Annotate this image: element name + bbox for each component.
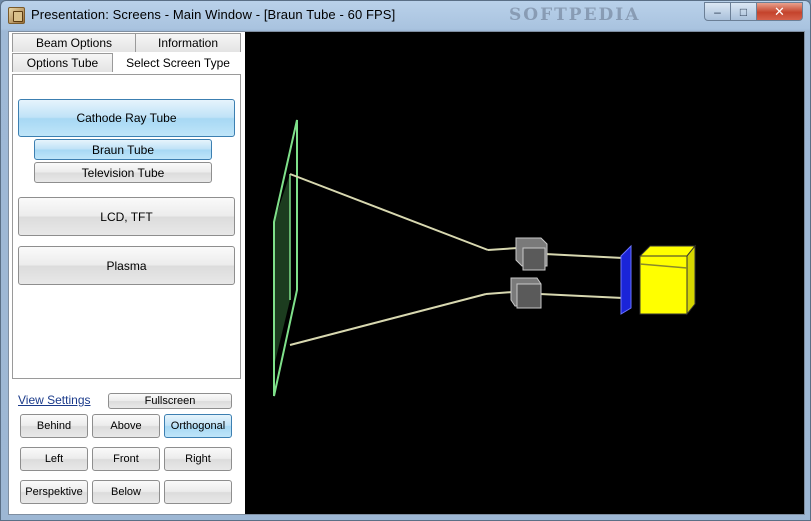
- close-icon: ✕: [774, 3, 785, 19]
- view-empty-button[interactable]: [164, 480, 232, 504]
- upper-deflector: [515, 237, 548, 271]
- screen-type-panel: Cathode Ray Tube Braun Tube Television T…: [12, 74, 241, 379]
- minimize-icon: –: [714, 4, 721, 19]
- view-right-button[interactable]: Right: [164, 447, 232, 471]
- watermark-logo: SOFTPEDIA: [509, 5, 641, 25]
- view-settings-link[interactable]: View Settings: [18, 393, 91, 407]
- control-panel: Beam Options Information Options Tube Se…: [9, 32, 243, 514]
- view-above-button[interactable]: Above: [92, 414, 160, 438]
- lcd-tft-button[interactable]: LCD, TFT: [18, 197, 235, 236]
- view-orthogonal-button[interactable]: Orthogonal: [164, 414, 232, 438]
- cathode-block: [638, 244, 697, 316]
- view-perspektive-button[interactable]: Perspektive: [20, 480, 88, 504]
- client-area: Beam Options Information Options Tube Se…: [8, 31, 805, 515]
- main-window: Presentation: Screens - Main Window - [B…: [0, 0, 811, 521]
- electron-beam: [289, 173, 624, 346]
- control-grid: [620, 244, 632, 315]
- view-left-button[interactable]: Left: [20, 447, 88, 471]
- close-button[interactable]: ✕: [756, 2, 803, 21]
- tab-beam-options[interactable]: Beam Options: [12, 33, 136, 52]
- maximize-icon: □: [739, 4, 748, 19]
- view-below-button[interactable]: Below: [92, 480, 160, 504]
- lower-deflector: [510, 277, 542, 309]
- view-front-button[interactable]: Front: [92, 447, 160, 471]
- title-bar[interactable]: Presentation: Screens - Main Window - [B…: [1, 1, 810, 30]
- maximize-button[interactable]: □: [730, 2, 757, 21]
- tab-select-screen-type[interactable]: Select Screen Type: [115, 52, 241, 74]
- tab-options-tube[interactable]: Options Tube: [12, 53, 113, 72]
- window-title: Presentation: Screens - Main Window - [B…: [31, 7, 396, 22]
- 3d-viewport[interactable]: [245, 32, 804, 514]
- view-behind-button[interactable]: Behind: [20, 414, 88, 438]
- fullscreen-button[interactable]: Fullscreen: [108, 393, 232, 409]
- plasma-button[interactable]: Plasma: [18, 246, 235, 285]
- app-icon[interactable]: [8, 7, 25, 24]
- cathode-ray-tube-button[interactable]: Cathode Ray Tube: [18, 99, 235, 137]
- phosphor-screen: [273, 119, 298, 397]
- tube-scene: [273, 119, 697, 397]
- braun-tube-button[interactable]: Braun Tube: [34, 139, 212, 160]
- tab-information[interactable]: Information: [135, 33, 241, 52]
- television-tube-button[interactable]: Television Tube: [34, 162, 212, 183]
- minimize-button[interactable]: –: [704, 2, 731, 21]
